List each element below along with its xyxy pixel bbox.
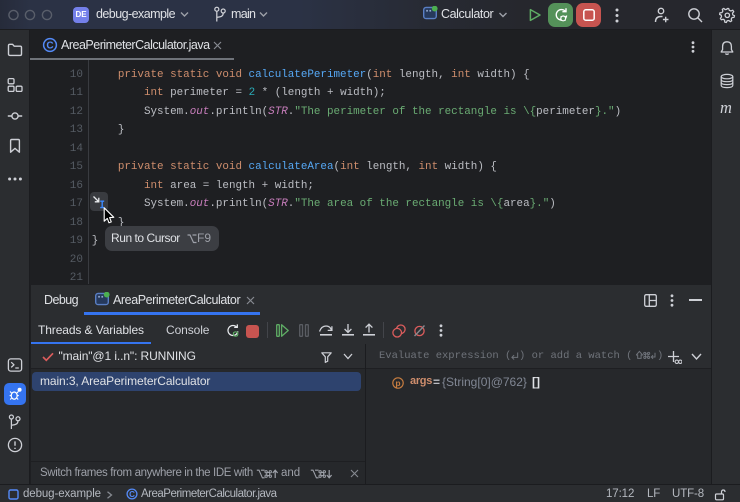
svg-text:C: C [46, 41, 53, 52]
svg-text:p: p [395, 378, 400, 388]
svg-text:C: C [129, 490, 135, 499]
